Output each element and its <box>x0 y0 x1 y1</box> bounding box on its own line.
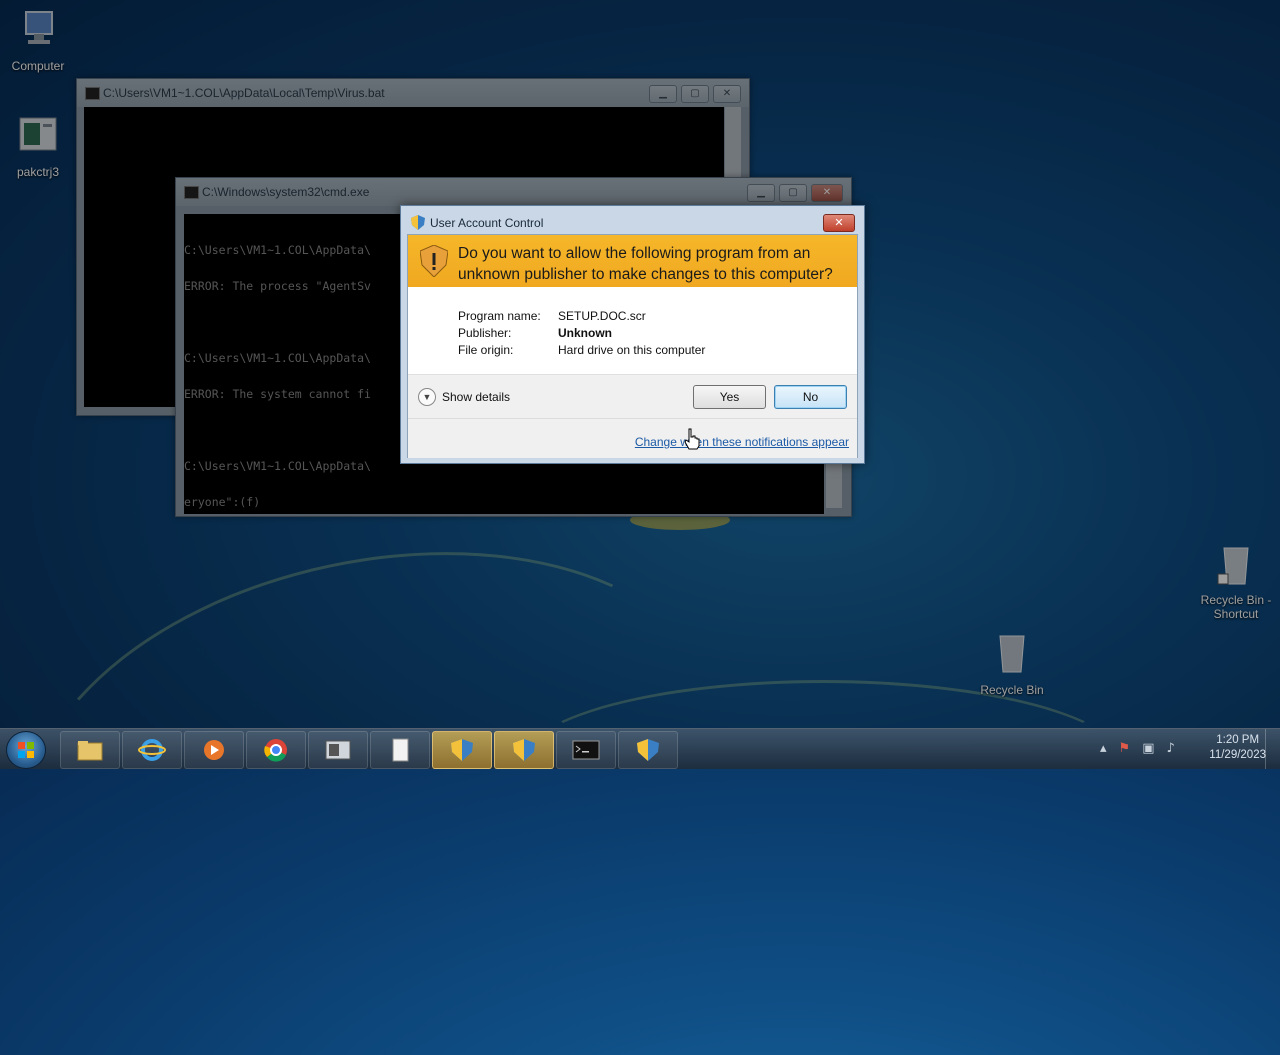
file-origin-row: File origin: Hard drive on this computer <box>458 343 705 357</box>
show-details-toggle[interactable]: ▼ Show details <box>418 388 510 406</box>
show-hidden-icons-icon[interactable]: ▴ <box>1100 741 1107 756</box>
taskbar-document[interactable] <box>370 731 430 769</box>
taskbar-chrome[interactable] <box>246 731 306 769</box>
change-notifications-link[interactable]: Change when these notifications appear <box>635 435 849 449</box>
clock-date: 11/29/2023 <box>1209 749 1266 761</box>
network-icon[interactable]: ▣ <box>1142 741 1154 756</box>
shield-icon <box>451 739 473 761</box>
no-button[interactable]: No <box>774 385 847 409</box>
internet-explorer-icon <box>138 739 166 761</box>
close-button[interactable]: ✕ <box>823 214 855 232</box>
taskbar-uac-shield[interactable] <box>618 731 678 769</box>
window-icon <box>325 740 351 760</box>
uac-dialog[interactable]: User Account Control ✕ Do you want to al… <box>400 205 865 464</box>
warning-banner: Do you want to allow the following progr… <box>408 235 857 287</box>
shield-icon <box>637 739 659 761</box>
file-origin-label: File origin: <box>458 343 514 357</box>
chevron-down-icon: ▼ <box>418 388 436 406</box>
folder-icon <box>77 741 103 761</box>
show-desktop-button[interactable] <box>1265 729 1280 769</box>
yes-button[interactable]: Yes <box>693 385 766 409</box>
warning-shield-icon <box>420 245 448 277</box>
footer-divider <box>408 418 857 419</box>
publisher-label: Publisher: <box>458 326 512 340</box>
program-name-row: Program name: SETUP.DOC.scr <box>458 309 646 323</box>
taskbar-internet-explorer[interactable] <box>122 731 182 769</box>
clock[interactable]: 1:20 PM 11/29/2023 <box>1209 733 1266 763</box>
dialog-title: User Account Control <box>430 216 544 230</box>
publisher-value: Unknown <box>558 326 612 340</box>
show-details-label: Show details <box>442 390 511 404</box>
dialog-footer: ▼ Show details Yes No Change when these … <box>408 374 857 458</box>
system-tray: ▴ ⚑ ▣ ♪ <box>1100 741 1175 756</box>
chrome-icon <box>264 739 287 762</box>
document-icon <box>392 738 409 762</box>
program-name-label: Program name: <box>458 309 541 323</box>
hand-cursor-icon <box>684 428 700 450</box>
taskbar-explorer[interactable] <box>60 731 120 769</box>
taskbar-uac-shield[interactable] <box>494 731 554 769</box>
taskbar-uac-shield[interactable] <box>432 731 492 769</box>
media-player-icon <box>204 740 224 760</box>
taskbar-cmd[interactable] <box>556 731 616 769</box>
shield-icon <box>411 215 425 230</box>
taskbar-media-player[interactable] <box>184 731 244 769</box>
uac-question: Do you want to allow the following progr… <box>458 245 833 283</box>
windows-logo-icon <box>18 742 34 758</box>
dialog-body: Do you want to allow the following progr… <box>407 234 858 458</box>
file-origin-value: Hard drive on this computer <box>558 343 706 357</box>
program-name-value: SETUP.DOC.scr <box>558 309 646 323</box>
taskbar: ▴ ⚑ ▣ ♪ 1:20 PM 11/29/2023 <box>0 728 1280 769</box>
action-center-icon[interactable]: ⚑ <box>1119 741 1131 756</box>
shield-icon <box>513 739 535 761</box>
start-button[interactable] <box>6 731 46 769</box>
volume-icon[interactable]: ♪ <box>1166 741 1174 756</box>
taskbar-window[interactable] <box>308 731 368 769</box>
publisher-row: Publisher: Unknown <box>458 326 612 340</box>
clock-time: 1:20 PM <box>1216 734 1260 746</box>
command-prompt-icon <box>572 740 600 760</box>
